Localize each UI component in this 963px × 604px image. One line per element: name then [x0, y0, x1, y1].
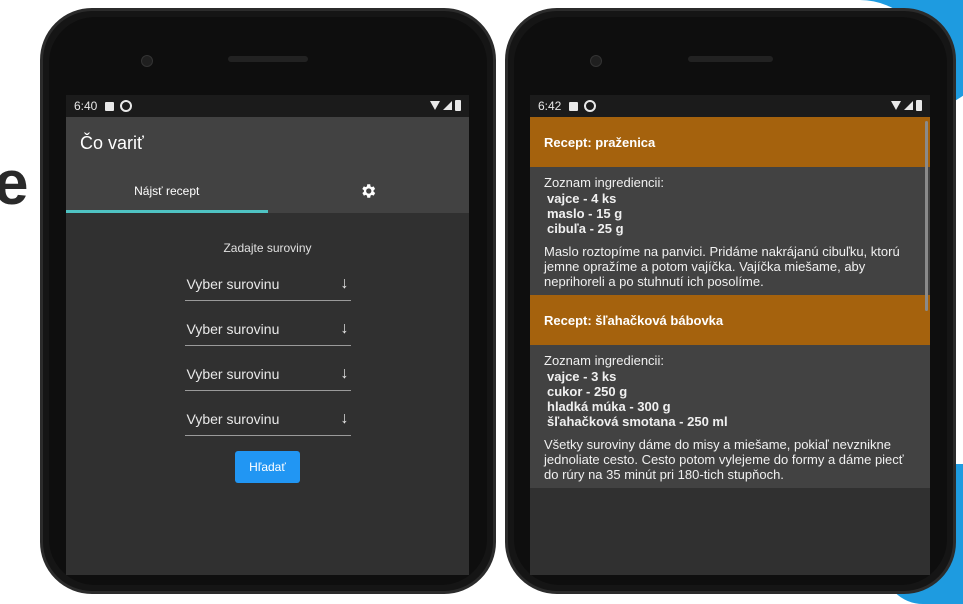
ingredient-item: vajce - 3 ks	[547, 369, 617, 384]
arrow-down-icon: ↓	[340, 274, 349, 292]
arrow-down-icon: ↓	[340, 409, 349, 427]
recipe-title: Recept: šľahačková bábovka	[530, 295, 930, 345]
active-tab-indicator	[66, 210, 268, 213]
recipe-description: Všetky suroviny dáme do misy a miešame, …	[544, 437, 904, 482]
partial-letter: e	[0, 149, 29, 218]
tab-settings[interactable]	[268, 169, 470, 213]
ingredient-item: maslo - 15 g	[547, 206, 623, 221]
tab-bar: Nájsť recept	[66, 169, 469, 213]
arrow-down-icon: ↓	[340, 364, 349, 382]
left-screen: 6:40 Čo variť Nájsť recept Zadajte surov…	[66, 95, 469, 575]
tab-find-recipe[interactable]: Nájsť recept	[66, 169, 268, 213]
ingredient-select-1[interactable]: Vyber surovinu ↓	[184, 267, 351, 301]
status-time: 6:42	[538, 99, 562, 113]
arrow-down-icon: ↓	[340, 319, 349, 337]
camera-icon	[141, 55, 153, 67]
ingredient-item: cukor - 250 g	[547, 384, 628, 399]
recipe-title: Recept: praženica	[530, 117, 930, 167]
recipe-body: Zoznam ingrediencii: vajce - 4 ks maslo …	[530, 167, 930, 295]
ingredient-item: šľahačková smotana - 250 ml	[547, 414, 728, 429]
speaker	[228, 56, 308, 62]
ingredient-select-4[interactable]: Vyber surovinu ↓	[184, 402, 351, 436]
battery-icon	[455, 100, 461, 111]
signal-icon	[904, 101, 913, 110]
gear-icon	[362, 184, 376, 198]
sync-icon	[120, 100, 133, 112]
recipe-description: Maslo roztopíme na panvici. Pridáme nakr…	[544, 244, 900, 289]
right-phone: 6:42 Recept: praženica Zoznam ingredienc…	[505, 8, 956, 594]
notification-icon	[569, 101, 579, 111]
recipe-body: Zoznam ingrediencii: vajce - 3 ks cukor …	[530, 345, 930, 488]
ingredient-item: cibuľa - 25 g	[547, 221, 624, 236]
status-bar: 6:42	[530, 95, 930, 117]
app-bar: Čo variť	[66, 117, 469, 169]
ingredients-label: Zoznam ingrediencii:	[544, 353, 664, 368]
ingredient-item: vajce - 4 ks	[547, 191, 617, 206]
battery-icon	[916, 100, 922, 111]
select-value: Vyber surovinu	[186, 410, 280, 427]
speaker	[688, 56, 773, 62]
status-time: 6:40	[74, 99, 98, 113]
select-value: Vyber surovinu	[186, 365, 280, 382]
scrollbar[interactable]	[925, 121, 928, 311]
ingredients-label: Zoznam ingrediencii:	[544, 175, 664, 190]
search-button[interactable]: Hľadať	[235, 451, 300, 483]
select-value: Vyber surovinu	[186, 320, 280, 337]
status-bar: 6:40	[66, 95, 469, 117]
form-title: Zadajte suroviny	[223, 241, 312, 255]
ingredient-select-2[interactable]: Vyber surovinu ↓	[184, 312, 351, 346]
ingredient-item: hladká múka - 300 g	[547, 399, 671, 414]
notification-icon	[105, 101, 115, 111]
app-title: Čo variť	[80, 132, 144, 153]
recipe-card: Recept: praženica Zoznam ingrediencii: v…	[530, 117, 930, 295]
wifi-icon	[430, 101, 440, 110]
signal-icon	[443, 101, 452, 110]
wifi-icon	[891, 101, 901, 110]
ingredient-select-3[interactable]: Vyber surovinu ↓	[184, 357, 351, 391]
sync-icon	[584, 100, 597, 112]
left-phone: 6:40 Čo variť Nájsť recept Zadajte surov…	[40, 8, 496, 594]
ingredient-form: Zadajte suroviny Vyber surovinu ↓ Vyber …	[66, 213, 469, 483]
recipe-card: Recept: šľahačková bábovka Zoznam ingred…	[530, 295, 930, 488]
right-screen: 6:42 Recept: praženica Zoznam ingredienc…	[530, 95, 930, 575]
camera-icon	[590, 55, 602, 67]
select-value: Vyber surovinu	[186, 275, 280, 292]
tab-find-recipe-label: Nájsť recept	[134, 184, 200, 198]
